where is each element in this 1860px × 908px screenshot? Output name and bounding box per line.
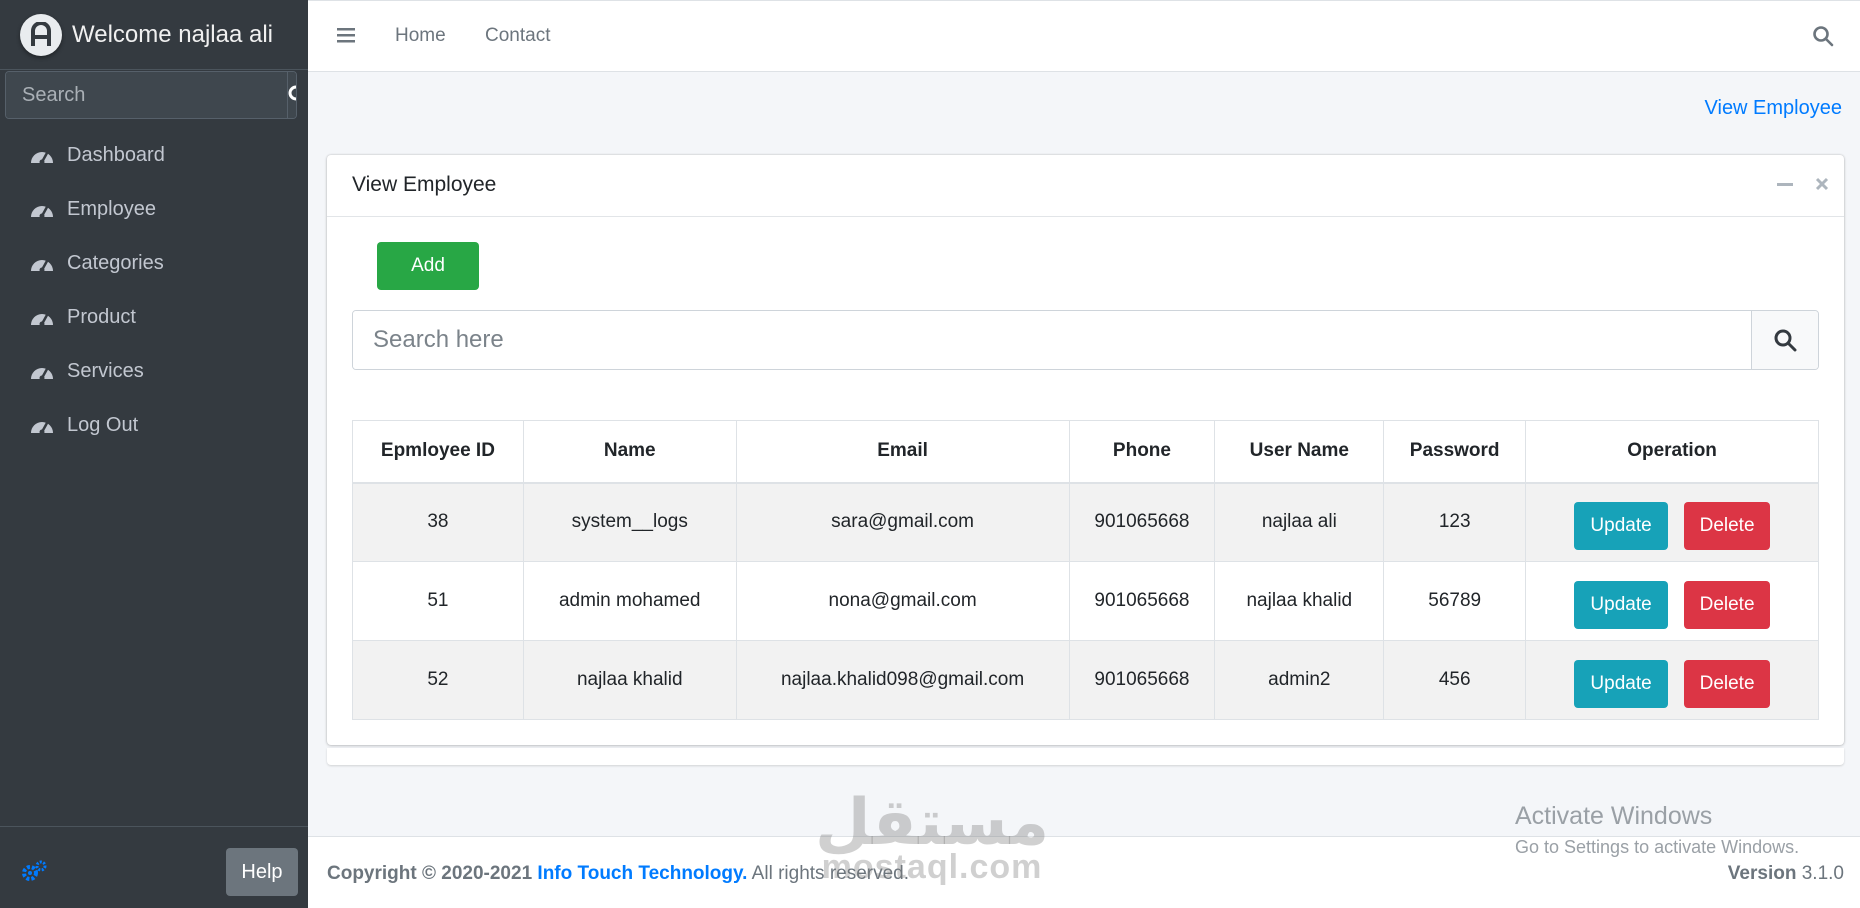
brand-text: Welcome najlaa ali xyxy=(72,20,273,48)
sidebar-item-employee[interactable]: Employee xyxy=(0,182,308,236)
delete-button[interactable]: Delete xyxy=(1684,660,1771,708)
table-row: 51 admin mohamed nona@gmail.com 90106566… xyxy=(352,561,1819,641)
cell-username: admin2 xyxy=(1214,640,1385,720)
employee-search-button[interactable] xyxy=(1751,311,1818,369)
column-header: Phone xyxy=(1068,420,1216,484)
cell-username: najlaa ali xyxy=(1214,482,1385,562)
cell-phone: 901065668 xyxy=(1068,640,1216,720)
cell-operation: Update Delete xyxy=(1525,640,1819,720)
sidebar: Welcome najlaa ali Dashboard Employee Ca… xyxy=(0,0,308,908)
sidebar-item-services[interactable]: Services xyxy=(0,344,308,398)
cell-operation: Update Delete xyxy=(1525,561,1819,641)
cell-name: system__logs xyxy=(522,482,737,562)
add-button[interactable]: Add xyxy=(377,242,479,290)
activate-windows-subtitle: Go to Settings to activate Windows. xyxy=(1515,837,1800,857)
cell-name: admin mohamed xyxy=(522,561,737,641)
search-icon xyxy=(288,85,296,101)
company-link[interactable]: Info Touch Technology. xyxy=(537,863,747,884)
help-button[interactable]: Help xyxy=(226,848,298,896)
employee-search-input[interactable] xyxy=(353,311,1751,369)
cell-phone: 901065668 xyxy=(1068,561,1216,641)
mostaql-watermark: مستقل mostaql.com xyxy=(815,790,1049,887)
mostaql-logo-arabic: مستقل xyxy=(815,786,1050,858)
delete-button[interactable]: Delete xyxy=(1684,502,1771,551)
cell-email: najlaa.khalid098@gmail.com xyxy=(735,640,1070,720)
copyright-text: Copyright © 2020-2021 xyxy=(327,863,533,884)
nav-link-home[interactable]: Home xyxy=(395,25,446,47)
update-button[interactable]: Update xyxy=(1574,581,1669,629)
table-header-row: Epmloyee ID Name Email Phone User Name P… xyxy=(352,420,1819,484)
sidebar-item-label: Services xyxy=(67,359,144,382)
cogs-icon[interactable] xyxy=(21,860,47,882)
sidebar-footer: Help xyxy=(0,826,308,908)
delete-button[interactable]: Delete xyxy=(1684,581,1771,629)
update-button[interactable]: Update xyxy=(1574,502,1669,551)
cell-password: 56789 xyxy=(1383,561,1527,641)
employee-card: View Employee Add Epmloyee ID Name Email… xyxy=(327,155,1844,745)
cell-username: najlaa khalid xyxy=(1214,561,1385,641)
card-bottom-edge xyxy=(327,748,1844,765)
tachometer-icon xyxy=(31,314,53,327)
tachometer-icon xyxy=(31,206,53,219)
column-header: Operation xyxy=(1525,420,1819,484)
card-tools xyxy=(1776,175,1830,193)
sidebar-item-product[interactable]: Product xyxy=(0,290,308,344)
sidebar-item-label: Product xyxy=(67,305,136,328)
version-label: Version xyxy=(1727,863,1797,884)
sidebar-item-label: Employee xyxy=(67,197,156,220)
column-header: Password xyxy=(1383,420,1527,484)
cell-name: najlaa khalid xyxy=(522,640,737,720)
cell-operation: Update Delete xyxy=(1525,482,1819,562)
table-row: 38 system__logs sara@gmail.com 901065668… xyxy=(352,482,1819,562)
cell-email: sara@gmail.com xyxy=(735,482,1070,562)
tachometer-icon xyxy=(31,260,53,273)
update-button[interactable]: Update xyxy=(1574,660,1669,708)
cell-email: nona@gmail.com xyxy=(735,561,1070,641)
sidebar-nav: Dashboard Employee Categories Product Se… xyxy=(0,128,308,452)
sidebar-item-label: Log Out xyxy=(67,413,139,436)
column-header: Name xyxy=(522,420,737,484)
activate-windows-title: Activate Windows xyxy=(1515,802,1713,830)
sidebar-item-categories[interactable]: Categories xyxy=(0,236,308,290)
column-header: Epmloyee ID xyxy=(352,420,524,484)
close-icon[interactable] xyxy=(1814,175,1830,193)
sidebar-item-label: Dashboard xyxy=(67,143,165,166)
search-icon xyxy=(1774,329,1797,352)
nav-link-contact[interactable]: Contact xyxy=(485,25,550,47)
version: Version 3.1.0 xyxy=(1728,863,1844,885)
breadcrumb[interactable]: View Employee xyxy=(1705,97,1842,120)
hamburger-menu-icon[interactable] xyxy=(337,27,355,43)
brand-logo xyxy=(20,13,62,56)
cell-password: 123 xyxy=(1383,482,1527,562)
cell-id: 52 xyxy=(352,640,524,720)
employee-search xyxy=(352,310,1819,370)
sidebar-search xyxy=(5,71,297,119)
sidebar-item-dashboard[interactable]: Dashboard xyxy=(0,128,308,182)
mostaql-logo-text: mostaql.com xyxy=(821,848,1043,886)
cell-password: 456 xyxy=(1383,640,1527,720)
search-icon[interactable] xyxy=(1812,25,1834,47)
sidebar-item-label: Categories xyxy=(67,251,164,274)
card-header: View Employee xyxy=(327,155,1844,217)
cell-id: 38 xyxy=(352,482,524,562)
table-row: 52 najlaa khalid najlaa.khalid098@gmail.… xyxy=(352,640,1819,720)
employee-table: Epmloyee ID Name Email Phone User Name P… xyxy=(352,420,1819,720)
sidebar-search-button[interactable] xyxy=(287,72,296,118)
activate-windows-watermark: Activate Windows Go to Settings to activ… xyxy=(1515,802,1799,858)
column-header: Email xyxy=(735,420,1070,484)
cell-id: 51 xyxy=(352,561,524,641)
brand[interactable]: Welcome najlaa ali xyxy=(0,0,308,70)
card-title: View Employee xyxy=(352,173,497,196)
top-navbar: Home Contact xyxy=(308,0,1860,72)
tachometer-icon xyxy=(31,368,53,381)
column-header: User Name xyxy=(1214,420,1385,484)
version-number: 3.1.0 xyxy=(1796,863,1844,884)
tachometer-icon xyxy=(31,152,53,165)
cell-phone: 901065668 xyxy=(1068,482,1216,562)
tachometer-icon xyxy=(31,422,53,435)
minus-icon[interactable] xyxy=(1776,175,1794,193)
sidebar-search-input[interactable] xyxy=(6,72,287,118)
sidebar-item-logout[interactable]: Log Out xyxy=(0,398,308,452)
